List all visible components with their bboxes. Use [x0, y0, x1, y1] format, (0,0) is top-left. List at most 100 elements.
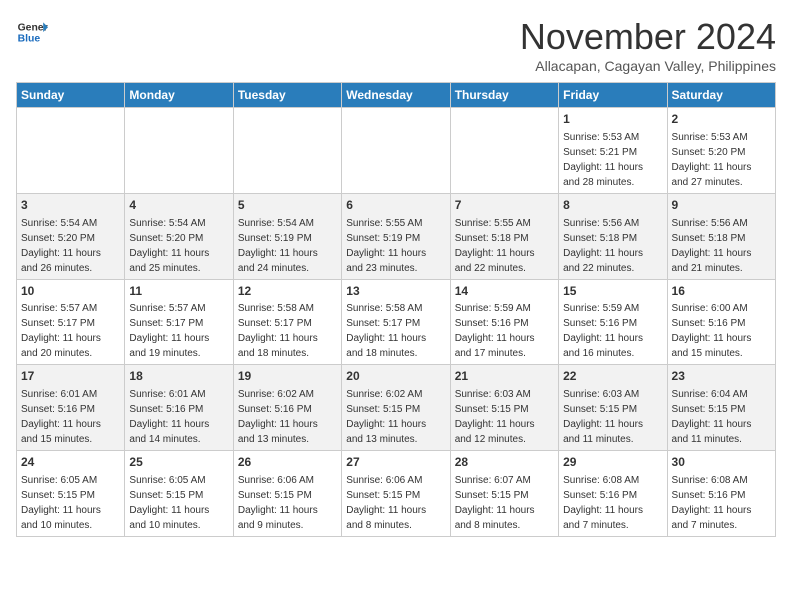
- day-info: Sunrise: 6:03 AM Sunset: 5:15 PM Dayligh…: [455, 389, 535, 445]
- calendar-week-row: 1Sunrise: 5:53 AM Sunset: 5:21 PM Daylig…: [17, 108, 776, 194]
- calendar-table: SundayMondayTuesdayWednesdayThursdayFrid…: [16, 82, 776, 537]
- calendar-cell: 30 Sunrise: 6:08 AM Sunset: 5:16 PM Dayli…: [667, 451, 775, 537]
- day-number: 10: [21, 283, 120, 300]
- calendar-cell: 29 Sunrise: 6:08 AM Sunset: 5:16 PM Dayli…: [559, 451, 667, 537]
- calendar-cell: 10 Sunrise: 5:57 AM Sunset: 5:17 PM Dayli…: [17, 279, 125, 365]
- day-info: Sunrise: 5:54 AM Sunset: 5:20 PM Dayligh…: [21, 218, 101, 274]
- calendar-cell: 2Sunrise: 5:53 AM Sunset: 5:20 PM Daylig…: [667, 108, 775, 194]
- day-number: 15: [563, 283, 662, 300]
- calendar-cell: 16 Sunrise: 6:00 AM Sunset: 5:16 PM Dayli…: [667, 279, 775, 365]
- calendar-cell: 26 Sunrise: 6:06 AM Sunset: 5:15 PM Dayli…: [233, 451, 341, 537]
- day-info: Sunrise: 6:07 AM Sunset: 5:15 PM Dayligh…: [455, 475, 535, 531]
- day-number: 25: [129, 454, 228, 471]
- calendar-cell: [17, 108, 125, 194]
- calendar-cell: 25 Sunrise: 6:05 AM Sunset: 5:15 PM Dayli…: [125, 451, 233, 537]
- day-number: 28: [455, 454, 554, 471]
- calendar-cell: 17Sunrise: 6:01 AM Sunset: 5:16 PM Dayli…: [17, 365, 125, 451]
- logo: General Blue General Blue: [16, 16, 48, 48]
- svg-text:Blue: Blue: [18, 34, 41, 45]
- day-number: 18: [129, 368, 228, 385]
- calendar-cell: 3 Sunrise: 5:54 AM Sunset: 5:20 PM Daylig…: [17, 193, 125, 279]
- day-info: Sunrise: 6:08 AM Sunset: 5:16 PM Dayligh…: [563, 475, 643, 531]
- day-number: 29: [563, 454, 662, 471]
- calendar-cell: 20Sunrise: 6:02 AM Sunset: 5:15 PM Dayli…: [342, 365, 450, 451]
- day-number: 1: [563, 111, 662, 128]
- calendar-week-row: 24 Sunrise: 6:05 AM Sunset: 5:15 PM Dayli…: [17, 451, 776, 537]
- day-info: Sunrise: 6:01 AM Sunset: 5:16 PM Dayligh…: [129, 389, 209, 445]
- day-info: Sunrise: 5:54 AM Sunset: 5:20 PM Dayligh…: [129, 218, 209, 274]
- day-number: 19: [238, 368, 337, 385]
- day-info: Sunrise: 5:59 AM Sunset: 5:16 PM Dayligh…: [563, 303, 643, 359]
- day-number: 12: [238, 283, 337, 300]
- day-number: 24: [21, 454, 120, 471]
- day-info: Sunrise: 5:59 AM Sunset: 5:16 PM Dayligh…: [455, 303, 535, 359]
- day-info: Sunrise: 5:57 AM Sunset: 5:17 PM Dayligh…: [129, 303, 209, 359]
- weekday-header-thursday: Thursday: [450, 83, 558, 108]
- calendar-cell: 7 Sunrise: 5:55 AM Sunset: 5:18 PM Daylig…: [450, 193, 558, 279]
- weekday-header-friday: Friday: [559, 83, 667, 108]
- title-block: November 2024 Allacapan, Cagayan Valley,…: [520, 16, 776, 74]
- calendar-cell: [125, 108, 233, 194]
- day-number: 4: [129, 197, 228, 214]
- calendar-cell: 21 Sunrise: 6:03 AM Sunset: 5:15 PM Dayli…: [450, 365, 558, 451]
- day-info: Sunrise: 5:54 AM Sunset: 5:19 PM Dayligh…: [238, 218, 318, 274]
- calendar-cell: 22 Sunrise: 6:03 AM Sunset: 5:15 PM Dayli…: [559, 365, 667, 451]
- weekday-header-monday: Monday: [125, 83, 233, 108]
- logo-icon: General Blue: [16, 16, 48, 48]
- calendar-cell: 1Sunrise: 5:53 AM Sunset: 5:21 PM Daylig…: [559, 108, 667, 194]
- day-info: Sunrise: 5:56 AM Sunset: 5:18 PM Dayligh…: [672, 218, 752, 274]
- calendar-cell: 18 Sunrise: 6:01 AM Sunset: 5:16 PM Dayli…: [125, 365, 233, 451]
- day-info: Sunrise: 6:05 AM Sunset: 5:15 PM Dayligh…: [129, 475, 209, 531]
- day-info: Sunrise: 6:03 AM Sunset: 5:15 PM Dayligh…: [563, 389, 643, 445]
- calendar-cell: 5 Sunrise: 5:54 AM Sunset: 5:19 PM Daylig…: [233, 193, 341, 279]
- weekday-header-wednesday: Wednesday: [342, 83, 450, 108]
- calendar-cell: 12 Sunrise: 5:58 AM Sunset: 5:17 PM Dayli…: [233, 279, 341, 365]
- weekday-header-row: SundayMondayTuesdayWednesdayThursdayFrid…: [17, 83, 776, 108]
- calendar-cell: 8 Sunrise: 5:56 AM Sunset: 5:18 PM Daylig…: [559, 193, 667, 279]
- day-number: 17: [21, 368, 120, 385]
- day-number: 21: [455, 368, 554, 385]
- calendar-cell: 4 Sunrise: 5:54 AM Sunset: 5:20 PM Daylig…: [125, 193, 233, 279]
- day-info: Sunrise: 6:06 AM Sunset: 5:15 PM Dayligh…: [346, 475, 426, 531]
- day-number: 5: [238, 197, 337, 214]
- day-number: 22: [563, 368, 662, 385]
- calendar-cell: 15 Sunrise: 5:59 AM Sunset: 5:16 PM Dayli…: [559, 279, 667, 365]
- day-number: 3: [21, 197, 120, 214]
- day-info: Sunrise: 5:58 AM Sunset: 5:17 PM Dayligh…: [346, 303, 426, 359]
- day-info: Sunrise: 5:53 AM Sunset: 5:20 PM Dayligh…: [672, 132, 752, 188]
- calendar-cell: 24 Sunrise: 6:05 AM Sunset: 5:15 PM Dayli…: [17, 451, 125, 537]
- day-number: 14: [455, 283, 554, 300]
- day-number: 13: [346, 283, 445, 300]
- calendar-cell: 14 Sunrise: 5:59 AM Sunset: 5:16 PM Dayli…: [450, 279, 558, 365]
- day-info: Sunrise: 6:05 AM Sunset: 5:15 PM Dayligh…: [21, 475, 101, 531]
- calendar-cell: 28 Sunrise: 6:07 AM Sunset: 5:15 PM Dayli…: [450, 451, 558, 537]
- day-number: 16: [672, 283, 771, 300]
- day-number: 8: [563, 197, 662, 214]
- page-header: General Blue General Blue November 2024 …: [16, 16, 776, 74]
- day-info: Sunrise: 6:06 AM Sunset: 5:15 PM Dayligh…: [238, 475, 318, 531]
- day-info: Sunrise: 5:56 AM Sunset: 5:18 PM Dayligh…: [563, 218, 643, 274]
- day-info: Sunrise: 5:58 AM Sunset: 5:17 PM Dayligh…: [238, 303, 318, 359]
- weekday-header-tuesday: Tuesday: [233, 83, 341, 108]
- calendar-week-row: 3 Sunrise: 5:54 AM Sunset: 5:20 PM Daylig…: [17, 193, 776, 279]
- day-number: 26: [238, 454, 337, 471]
- calendar-cell: 9 Sunrise: 5:56 AM Sunset: 5:18 PM Daylig…: [667, 193, 775, 279]
- day-info: Sunrise: 5:55 AM Sunset: 5:19 PM Dayligh…: [346, 218, 426, 274]
- calendar-week-row: 17 Sunrise: 6:01 AM Sunset: 5:16 PM Dayli…: [17, 365, 776, 451]
- day-number: 11: [129, 283, 228, 300]
- day-number: 6: [346, 197, 445, 214]
- day-info: Sunrise: 5:55 AM Sunset: 5:18 PM Dayligh…: [455, 218, 535, 274]
- calendar-cell: 27 Sunrise: 6:06 AM Sunset: 5:15 PM Dayli…: [342, 451, 450, 537]
- calendar-cell: [342, 108, 450, 194]
- day-info: Sunrise: 6:08 AM Sunset: 5:16 PM Dayligh…: [672, 475, 752, 531]
- month-title: November 2024: [520, 16, 776, 58]
- day-number: 27: [346, 454, 445, 471]
- day-number: 9: [672, 197, 771, 214]
- day-number: 30: [672, 454, 771, 471]
- day-number: 7: [455, 197, 554, 214]
- day-info: Sunrise: 5:57 AM Sunset: 5:17 PM Dayligh…: [21, 303, 101, 359]
- location: Allacapan, Cagayan Valley, Philippines: [520, 58, 776, 74]
- day-info: Sunrise: 6:00 AM Sunset: 5:16 PM Dayligh…: [672, 303, 752, 359]
- calendar-cell: [233, 108, 341, 194]
- calendar-cell: 23Sunrise: 6:04 AM Sunset: 5:15 PM Dayli…: [667, 365, 775, 451]
